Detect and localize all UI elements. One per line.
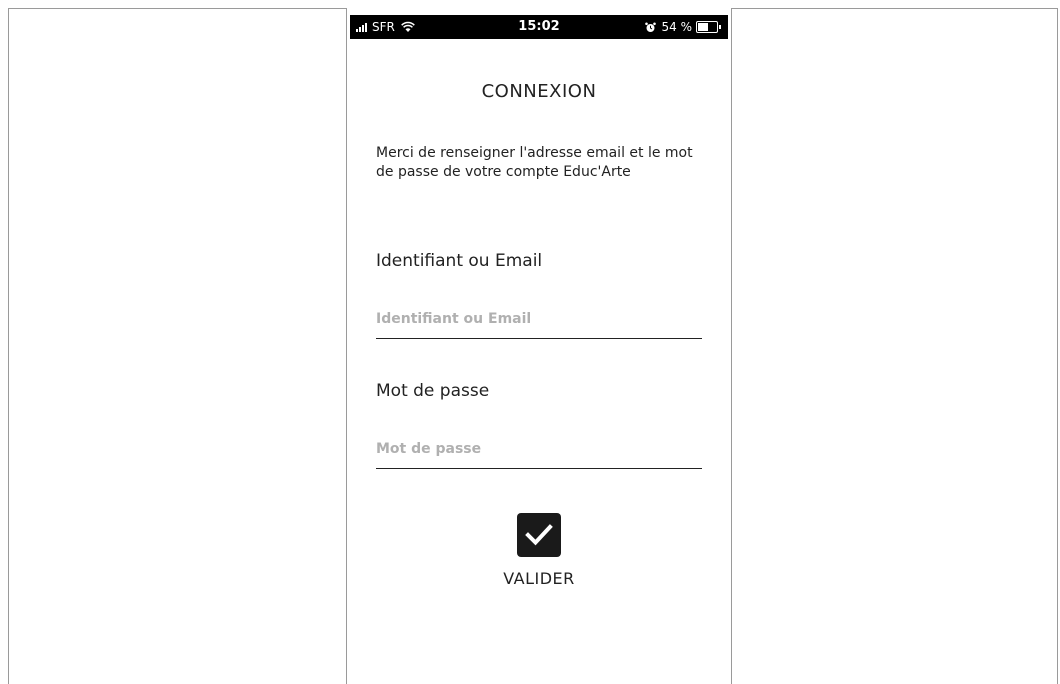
validate-label[interactable]: VALIDER — [347, 569, 731, 588]
validate-button[interactable]: VALIDER — [347, 513, 731, 588]
status-bar: SFR 15:02 54 % — [350, 15, 728, 39]
identifier-label: Identifiant ou Email — [376, 251, 543, 271]
page-title: CONNEXION — [481, 81, 597, 102]
identifier-input[interactable] — [376, 299, 702, 339]
password-label: Mot de passe — [376, 381, 490, 401]
alarm-icon — [644, 22, 656, 32]
checkmark-icon[interactable] — [517, 513, 561, 557]
intro-text: Merci de renseigner l'adresse email et l… — [376, 145, 693, 180]
battery-percent: 54 % — [661, 20, 693, 34]
battery-icon — [696, 21, 722, 33]
phone-screen: SFR 15:02 54 % CONNEXION Merci de rensei… — [346, 8, 732, 684]
password-input[interactable] — [376, 429, 702, 469]
